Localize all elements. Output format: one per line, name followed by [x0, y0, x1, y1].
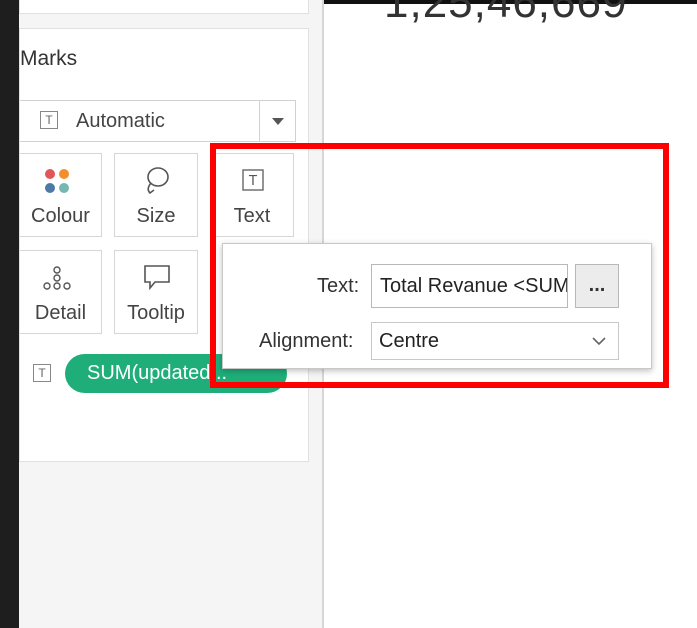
- size-label: Size: [136, 205, 176, 227]
- text-mark-icon: T: [40, 111, 58, 129]
- window-edge: [0, 0, 19, 628]
- text-properties-popup: Text: Total Revanue <SUM(updated ... Ali…: [222, 243, 652, 369]
- alignment-dropdown[interactable]: Centre: [371, 322, 619, 360]
- dropdown-arrow-icon[interactable]: [259, 101, 295, 141]
- big-number-text: 1,25,46,669: [384, 0, 628, 27]
- text-input[interactable]: Total Revanue <SUM(updated: [371, 264, 568, 308]
- filters-card-bottom: [19, 0, 309, 14]
- chevron-down-icon: [592, 337, 606, 346]
- colour-dots-icon: [45, 169, 69, 193]
- mark-type-dropdown[interactable]: T Automatic: [20, 100, 296, 142]
- colour-button[interactable]: Colour: [20, 153, 102, 237]
- edit-text-button[interactable]: ...: [575, 264, 619, 308]
- detail-button[interactable]: Detail: [20, 250, 102, 334]
- text-box-icon: T: [242, 169, 264, 191]
- colour-label: Colour: [31, 205, 90, 227]
- tooltip-label: Tooltip: [127, 302, 185, 324]
- detail-label: Detail: [34, 302, 87, 324]
- marks-title: Marks: [20, 47, 78, 70]
- tooltip-bubble-icon: [144, 265, 170, 291]
- text-button[interactable]: T Text: [210, 153, 294, 237]
- alignment-value: Centre: [379, 330, 440, 352]
- text-field-label: Text:: [317, 275, 360, 297]
- mark-type-value: Automatic: [76, 110, 165, 132]
- text-mark-icon: T: [33, 364, 51, 382]
- detail-dots-icon: [43, 266, 71, 290]
- size-lasso-icon: [147, 167, 169, 195]
- alignment-label: Alignment:: [259, 330, 354, 352]
- tooltip-button[interactable]: Tooltip: [114, 250, 198, 334]
- text-label: Text: [233, 205, 271, 227]
- svg-text:T: T: [248, 174, 257, 189]
- size-button[interactable]: Size: [114, 153, 198, 237]
